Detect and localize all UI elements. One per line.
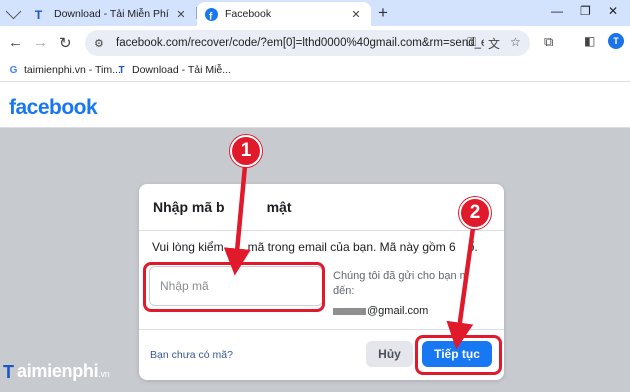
taimienphi-watermark: Taimienphi.vn [3, 361, 110, 382]
arrow-step-1 [223, 165, 251, 276]
step-1-marker: 1 [230, 135, 262, 167]
annotation-arrows [223, 165, 476, 350]
arrow-step-2 [446, 227, 476, 350]
watermark-brand: aimienphi [17, 361, 99, 381]
watermark-suffix: .vn [98, 369, 110, 379]
taimienphi-logo-icon: T [3, 362, 14, 382]
svg-text:T: T [3, 363, 14, 379]
step-2-marker: 2 [459, 197, 491, 229]
